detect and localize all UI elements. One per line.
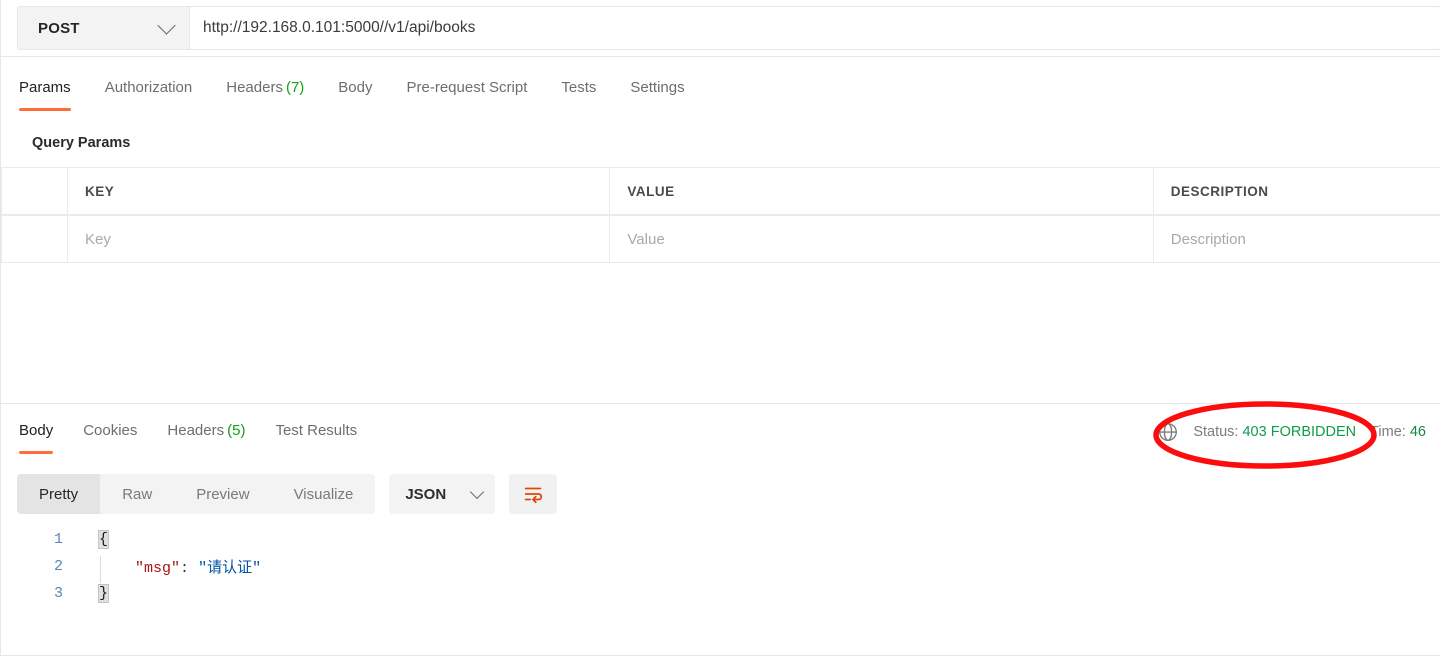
query-params-heading: Query Params [1,119,1440,167]
tab-body-label: Body [338,79,373,96]
row-checkbox-cell[interactable] [1,216,68,262]
chevron-down-icon [470,484,485,500]
view-mode-pretty-label: Pretty [39,485,79,503]
response-tab-cookies-label: Cookies [83,422,138,439]
postman-request-response-pane: POST http://192.168.0.101:5000//v1/api/b… [0,0,1440,656]
tab-authorization-label: Authorization [104,79,193,96]
open-brace: { [97,530,110,549]
response-meta: Status: 403 FORBIDDEN Time: 46 [1157,417,1440,447]
status-value: 403 FORBIDDEN [1242,424,1357,440]
http-method-dropdown[interactable]: POST [17,6,189,50]
indent-guide [100,556,101,583]
tab-headers[interactable]: Headers (7) [226,79,304,111]
code-text: } [77,584,110,603]
tab-params[interactable]: Params [19,79,71,111]
tab-settings[interactable]: Settings [630,79,684,111]
json-colon: : [180,560,190,577]
time-value: 46 [1409,424,1426,440]
row-key-input[interactable]: Key [68,216,611,262]
header-value-label: VALUE [627,183,675,199]
request-empty-area [1,264,1440,404]
tab-pre-request-script[interactable]: Pre-request Script [407,79,528,111]
response-body-toolbar: Pretty Raw Preview Visualize JSON [1,468,1440,520]
response-tab-test-results-label: Test Results [275,422,358,439]
row-key-placeholder: Key [84,230,111,248]
row-description-placeholder: Description [1170,230,1246,248]
header-key-cell: KEY [68,168,611,214]
response-tab-cookies[interactable]: Cookies [83,422,137,454]
response-tab-headers[interactable]: Headers (5) [167,422,245,454]
time-badge: Time: 46 [1370,424,1426,440]
view-mode-segmented-control: Pretty Raw Preview Visualize [17,474,376,514]
request-tab-bar: Params Authorization Headers (7) Body Pre… [1,57,1440,119]
view-mode-pretty[interactable]: Pretty [17,474,101,514]
row-value-input[interactable]: Value [610,216,1154,262]
table-header-row: KEY VALUE DESCRIPTION [1,167,1440,215]
view-mode-visualize[interactable]: Visualize [272,474,376,514]
format-dropdown-label: JSON [405,485,447,503]
url-input[interactable]: http://192.168.0.101:5000//v1/api/books [189,6,1440,50]
view-mode-preview-label: Preview [196,485,250,503]
tab-headers-count: (7) [285,79,305,96]
tab-settings-label: Settings [630,79,685,96]
header-key-label: KEY [84,183,115,199]
format-dropdown[interactable]: JSON [389,474,496,514]
json-key: "msg" [135,560,181,577]
response-tab-body-label: Body [19,422,54,439]
header-description-label: DESCRIPTION [1170,183,1269,199]
tab-params-label: Params [19,79,71,96]
http-method-label: POST [38,19,80,37]
status-badge: Status: 403 FORBIDDEN [1193,424,1356,440]
tab-tests[interactable]: Tests [561,79,596,111]
json-string-value: "请认证" [198,560,262,577]
url-bar: POST http://192.168.0.101:5000//v1/api/b… [1,0,1440,57]
tab-authorization[interactable]: Authorization [105,79,193,111]
url-text: http://192.168.0.101:5000//v1/api/books [203,19,476,36]
line-number: 1 [53,531,63,548]
time-label: Time: [1370,424,1406,440]
chevron-down-icon [157,16,176,35]
row-value-placeholder: Value [627,230,665,248]
tab-tests-label: Tests [561,79,597,96]
line-number: 3 [53,585,63,602]
response-tab-body[interactable]: Body [19,422,54,454]
response-tab-headers-label: Headers [167,422,225,439]
view-mode-visualize-label: Visualize [293,485,354,503]
view-mode-raw[interactable]: Raw [100,474,174,514]
query-params-table: KEY VALUE DESCRIPTION Key Value Descript… [1,167,1440,263]
code-line: 2 "msg": "请认证" [1,553,1440,583]
response-tab-test-results[interactable]: Test Results [275,422,357,454]
code-line: 3 } [1,580,1440,607]
header-description-cell: DESCRIPTION [1154,168,1440,214]
view-mode-raw-label: Raw [122,485,153,503]
response-body-code[interactable]: 1 { 2 "msg": "请认证" 3 } [1,526,1440,656]
tab-pre-request-script-label: Pre-request Script [406,79,528,96]
status-label: Status: [1193,424,1239,440]
header-checkbox-cell [1,168,68,214]
code-text: { [77,530,110,549]
tab-headers-label: Headers [226,79,283,96]
close-brace: } [97,584,110,603]
query-params-heading-label: Query Params [32,135,131,151]
view-mode-preview[interactable]: Preview [174,474,271,514]
table-row[interactable]: Key Value Description [1,215,1440,263]
response-tab-headers-count: (5) [227,422,246,439]
globe-icon[interactable] [1157,421,1179,443]
header-value-cell: VALUE [610,168,1154,214]
code-text: "msg": "请认证" [77,556,262,583]
code-line: 1 { [1,526,1440,553]
word-wrap-button[interactable] [509,474,558,514]
line-number: 2 [53,558,63,575]
row-description-input[interactable]: Description [1154,216,1440,262]
tab-body[interactable]: Body [338,79,372,111]
